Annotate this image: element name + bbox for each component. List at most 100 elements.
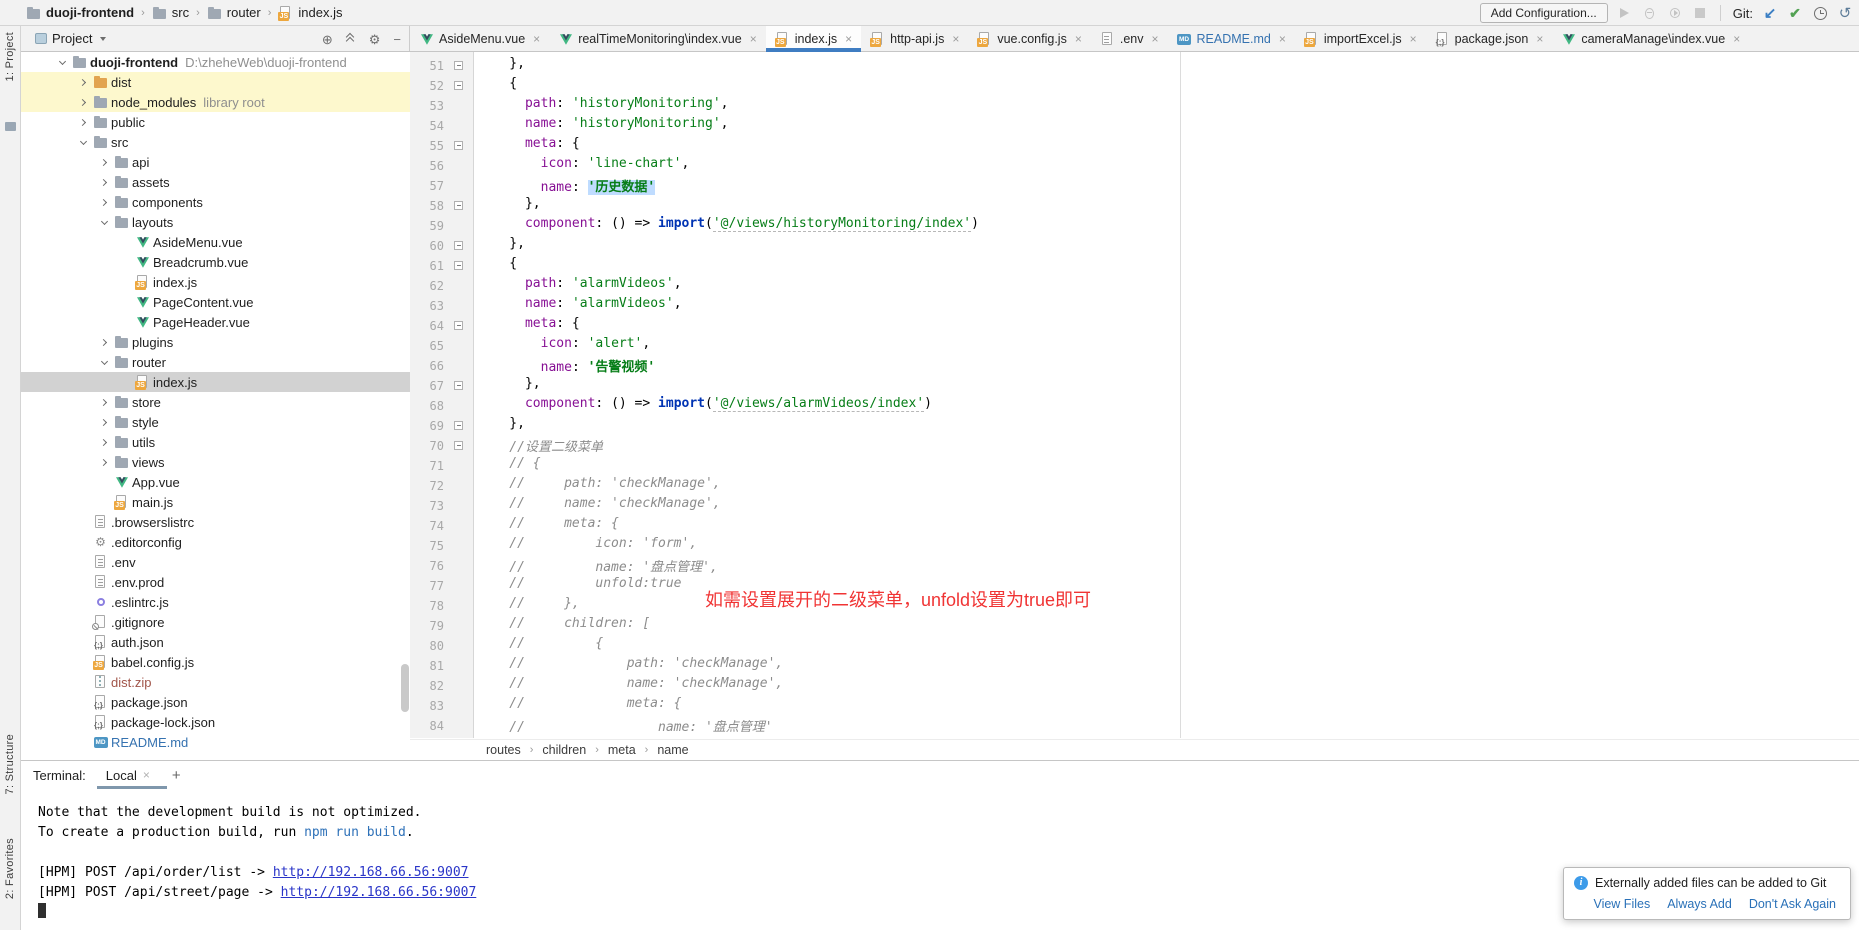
stripe-favorites-label[interactable]: 2: Favorites <box>4 838 16 899</box>
fold-marker[interactable] <box>454 61 463 70</box>
tree-row[interactable]: MDREADME.md <box>21 732 410 752</box>
tree-row[interactable]: utils <box>21 432 410 452</box>
tree-row[interactable]: JSindex.js <box>21 372 410 392</box>
breadcrumb-item[interactable]: routes <box>486 743 521 757</box>
breadcrumb-item[interactable]: src <box>152 5 189 20</box>
editor-tab[interactable]: realTimeMonitoring\index.vue× <box>549 26 766 52</box>
tree-row[interactable]: views <box>21 452 410 472</box>
tree-row[interactable]: dist <box>21 72 410 92</box>
tree-row[interactable]: .browserslistrc <box>21 512 410 532</box>
breadcrumb-item[interactable]: meta <box>608 743 636 757</box>
terminal-tab-close-icon[interactable]: × <box>143 768 150 782</box>
tree-row[interactable]: layouts <box>21 212 410 232</box>
notification-action[interactable]: Always Add <box>1667 897 1732 911</box>
tab-close-icon[interactable]: × <box>1536 32 1543 46</box>
editor[interactable]: 5152535455565758596061626364656667686970… <box>410 52 1859 760</box>
tree-row[interactable]: JSbabel.config.js <box>21 652 410 672</box>
tab-close-icon[interactable]: × <box>533 32 540 46</box>
tree-row[interactable]: JSindex.js <box>21 272 410 292</box>
git-commit-icon[interactable]: ✔ <box>1787 5 1803 21</box>
tree-row[interactable]: .env <box>21 552 410 572</box>
tree-row[interactable]: duoji-frontendD:\zheheWeb\duoji-frontend <box>21 52 410 72</box>
fold-marker[interactable] <box>454 421 463 430</box>
terminal-new-tab-button[interactable]: + <box>172 767 181 784</box>
project-panel-header[interactable]: Project ⊕ ⚙ − <box>21 26 410 51</box>
tree-row[interactable]: src <box>21 132 410 152</box>
editor-tab[interactable]: JSvue.config.js× <box>968 26 1091 52</box>
tab-close-icon[interactable]: × <box>750 32 757 46</box>
tree-row[interactable]: AsideMenu.vue <box>21 232 410 252</box>
stripe-structure-label[interactable]: 7: Structure <box>4 734 16 794</box>
project-scrollbar-thumb[interactable] <box>401 664 409 712</box>
git-rollback-icon[interactable]: ↺ <box>1837 5 1853 21</box>
tree-row[interactable]: {;}package.json <box>21 692 410 712</box>
fold-marker[interactable] <box>454 441 463 450</box>
tab-close-icon[interactable]: × <box>1075 32 1082 46</box>
tree-row[interactable]: {;}package-lock.json <box>21 712 410 732</box>
tree-row[interactable]: JSmain.js <box>21 492 410 512</box>
editor-tab[interactable]: AsideMenu.vue× <box>410 26 549 52</box>
breadcrumb-item[interactable]: duoji-frontend <box>26 5 134 20</box>
terminal-tab-local[interactable]: Local × <box>98 761 158 789</box>
tab-close-icon[interactable]: × <box>1733 32 1740 46</box>
editor-tab[interactable]: MDREADME.md× <box>1168 26 1295 52</box>
tab-close-icon[interactable]: × <box>1279 32 1286 46</box>
tree-row[interactable]: components <box>21 192 410 212</box>
collapse-all-icon[interactable] <box>346 34 356 44</box>
editor-tab[interactable]: cameraManage\index.vue× <box>1552 26 1749 52</box>
code-area[interactable]: }, { path: 'historyMonitoring', name: 'h… <box>475 52 1859 738</box>
tree-row[interactable]: router <box>21 352 410 372</box>
fold-marker[interactable] <box>454 141 463 150</box>
add-configuration-button[interactable]: Add Configuration... <box>1480 3 1608 23</box>
fold-marker[interactable] <box>454 261 463 270</box>
run-button[interactable] <box>1617 5 1633 21</box>
tree-row[interactable]: ⚙.editorconfig <box>21 532 410 552</box>
tree-row[interactable]: App.vue <box>21 472 410 492</box>
tab-close-icon[interactable]: × <box>845 32 852 46</box>
git-history-icon[interactable] <box>1812 5 1828 21</box>
locate-icon[interactable]: ⊕ <box>322 33 333 46</box>
fold-marker[interactable] <box>454 381 463 390</box>
tree-row[interactable]: dist.zip <box>21 672 410 692</box>
editor-tab[interactable]: JSindex.js× <box>766 26 861 52</box>
tree-row[interactable]: .eslintrc.js <box>21 592 410 612</box>
tree-row[interactable]: api <box>21 152 410 172</box>
tree-row[interactable]: store <box>21 392 410 412</box>
tree-row[interactable]: style <box>21 412 410 432</box>
stop-button[interactable] <box>1692 5 1708 21</box>
breadcrumb-item[interactable]: JSindex.js <box>278 5 342 20</box>
tree-row[interactable]: .env.prod <box>21 572 410 592</box>
breadcrumb-item[interactable]: children <box>542 743 586 757</box>
hide-panel-icon[interactable]: − <box>393 33 401 46</box>
tree-row[interactable]: plugins <box>21 332 410 352</box>
breadcrumb-item[interactable]: router <box>207 5 261 20</box>
coverage-button[interactable] <box>1667 5 1683 21</box>
tree-row[interactable]: assets <box>21 172 410 192</box>
editor-tab[interactable]: {;}package.json× <box>1426 26 1553 52</box>
editor-tab[interactable]: .env× <box>1091 26 1168 52</box>
tab-close-icon[interactable]: × <box>1151 32 1158 46</box>
project-tree[interactable]: duoji-frontendD:\zheheWeb\duoji-frontend… <box>21 52 410 760</box>
stripe-project-label[interactable]: 1: Project <box>4 32 16 81</box>
breadcrumb-item[interactable]: name <box>657 743 688 757</box>
tree-row[interactable]: PageHeader.vue <box>21 312 410 332</box>
notification-action[interactable]: View Files <box>1593 897 1650 911</box>
notification-action[interactable]: Don't Ask Again <box>1749 897 1836 911</box>
gear-icon[interactable]: ⚙ <box>369 33 381 46</box>
editor-tab[interactable]: JSimportExcel.js× <box>1295 26 1426 52</box>
debug-button[interactable] <box>1642 5 1658 21</box>
tree-row[interactable]: .gitignore <box>21 612 410 632</box>
tree-row[interactable]: {;}auth.json <box>21 632 410 652</box>
tree-row[interactable]: PageContent.vue <box>21 292 410 312</box>
terminal-link[interactable]: http://192.168.66.56:9007 <box>273 865 469 880</box>
fold-marker[interactable] <box>454 201 463 210</box>
tree-row[interactable]: node_moduleslibrary root <box>21 92 410 112</box>
tab-close-icon[interactable]: × <box>952 32 959 46</box>
terminal-link[interactable]: http://192.168.66.56:9007 <box>281 885 477 900</box>
fold-marker[interactable] <box>454 321 463 330</box>
fold-marker[interactable] <box>454 241 463 250</box>
editor-tab[interactable]: JShttp-api.js× <box>861 26 968 52</box>
git-update-icon[interactable]: ↙ <box>1762 5 1778 21</box>
fold-marker[interactable] <box>454 81 463 90</box>
tree-row[interactable]: Breadcrumb.vue <box>21 252 410 272</box>
